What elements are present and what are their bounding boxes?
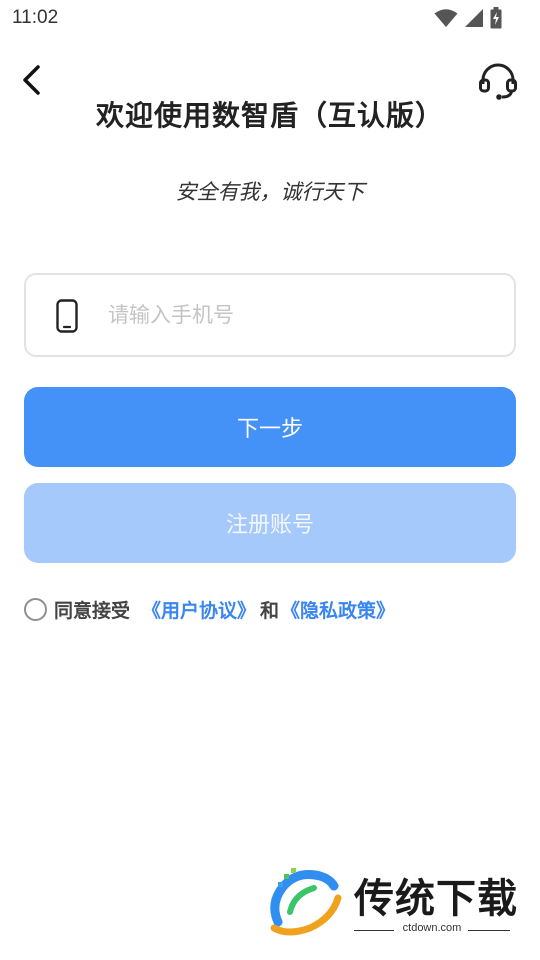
- watermark-url: ctdown.com: [402, 922, 462, 934]
- battery-charging-icon: [490, 7, 502, 29]
- phone-number-input[interactable]: [108, 295, 498, 335]
- watermark-logo-icon: [270, 868, 342, 936]
- next-step-button[interactable]: 下一步: [24, 387, 516, 467]
- register-account-button[interactable]: 注册账号: [24, 483, 516, 563]
- chevron-left-icon: [23, 65, 40, 95]
- status-bar: 11:02: [0, 0, 540, 36]
- agreement-row: 同意接受 《用户协议》 和 《隐私政策》: [24, 596, 395, 622]
- agreement-prefix: 同意接受: [54, 599, 131, 622]
- user-agreement-link[interactable]: 《用户协议》: [142, 596, 256, 623]
- slogan-text: 安全有我，诚行天下: [175, 180, 365, 204]
- cellular-signal-icon: [465, 9, 483, 27]
- wifi-icon: [434, 9, 458, 27]
- watermark-title: 传统下载: [354, 876, 518, 922]
- mobile-phone-icon: [56, 299, 78, 333]
- status-icons: [434, 7, 502, 29]
- page-title: 欢迎使用数智盾（互认版）: [95, 99, 444, 132]
- phone-field[interactable]: [24, 273, 516, 357]
- status-time: 11:02: [12, 7, 59, 28]
- back-button[interactable]: [18, 62, 50, 98]
- agreement-conjunction: 和: [260, 599, 280, 622]
- watermark: 传统下载 ctdown.com: [268, 862, 518, 938]
- watermark-divider-right: [468, 930, 510, 931]
- agreement-checkbox[interactable]: [24, 597, 47, 621]
- privacy-policy-link[interactable]: 《隐私政策》: [281, 596, 395, 623]
